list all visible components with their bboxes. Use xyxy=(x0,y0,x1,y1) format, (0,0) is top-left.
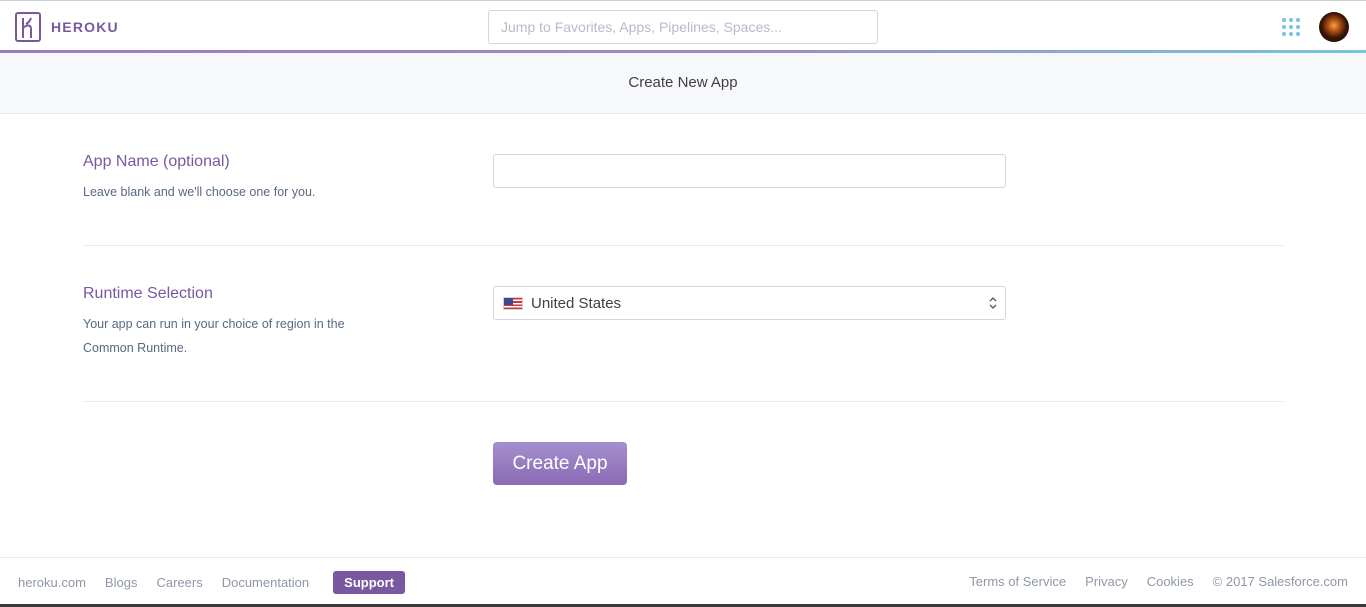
footer-link-cookies[interactable]: Cookies xyxy=(1147,574,1194,589)
footer-link-heroku[interactable]: heroku.com xyxy=(18,575,86,590)
footer-link-terms[interactable]: Terms of Service xyxy=(969,574,1066,589)
section-divider xyxy=(83,245,1283,246)
footer-link-privacy[interactable]: Privacy xyxy=(1085,574,1128,589)
runtime-selection-label: Runtime Selection xyxy=(83,285,213,302)
footer-link-documentation[interactable]: Documentation xyxy=(222,575,309,590)
heroku-logo[interactable]: HEROKU xyxy=(15,12,119,42)
user-avatar[interactable] xyxy=(1319,12,1349,42)
page-title: Create New App xyxy=(628,74,738,91)
region-select-value: United States xyxy=(531,294,622,312)
create-app-button[interactable]: Create App xyxy=(493,442,627,485)
brand-name: HEROKU xyxy=(51,19,119,35)
footer: heroku.com Blogs Careers Documentation S… xyxy=(0,557,1366,607)
app-name-label: App Name (optional) xyxy=(83,153,230,170)
page-header: Create New App xyxy=(0,53,1366,114)
support-button[interactable]: Support xyxy=(333,571,405,594)
footer-link-blogs[interactable]: Blogs xyxy=(105,575,138,590)
search-input[interactable] xyxy=(488,10,878,44)
footer-left-links: heroku.com Blogs Careers Documentation S… xyxy=(18,571,424,594)
select-chevrons-icon xyxy=(989,297,997,309)
section-divider xyxy=(83,401,1283,402)
app-name-description: Leave blank and we'll choose one for you… xyxy=(83,185,316,199)
runtime-selection-description: Your app can run in your choice of regio… xyxy=(83,317,345,355)
footer-link-careers[interactable]: Careers xyxy=(156,575,202,590)
copyright: © 2017 Salesforce.com xyxy=(1212,574,1348,589)
heroku-logo-icon xyxy=(15,12,41,42)
apps-grid-icon[interactable] xyxy=(1282,18,1300,36)
region-select[interactable]: United States xyxy=(493,286,1006,320)
us-flag-icon xyxy=(503,296,523,310)
top-navigation: HEROKU xyxy=(0,0,1366,51)
footer-right-links: Terms of Service Privacy Cookies © 2017 … xyxy=(950,574,1348,589)
app-name-input[interactable] xyxy=(493,154,1006,188)
